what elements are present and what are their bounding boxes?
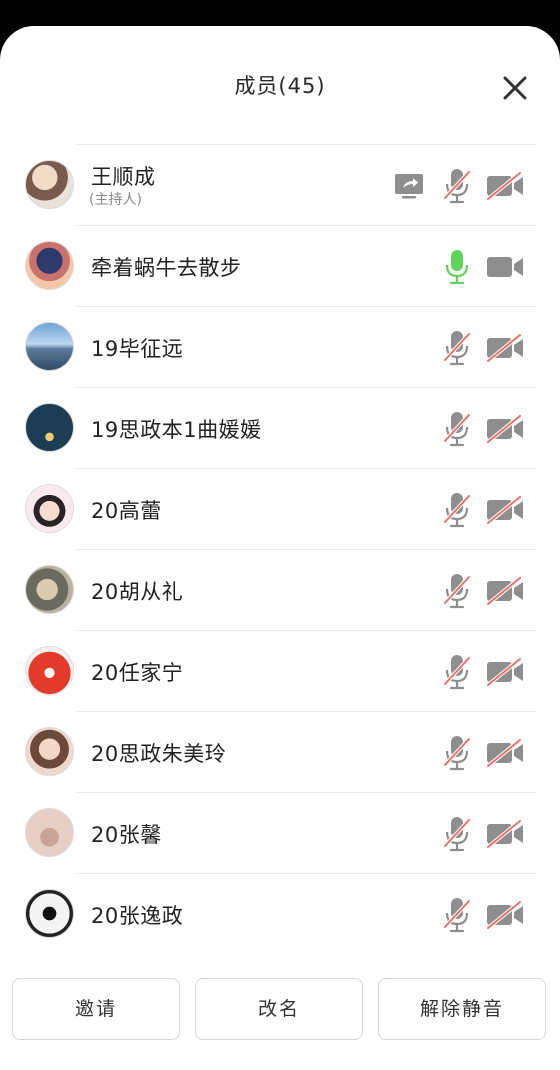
member-name: 20高蕾 (91, 499, 162, 523)
avatar (25, 322, 74, 371)
members-sheet: 成员(45) 王顺成 (主持人) 牵着蜗牛去散步 19毕征远 19思政本1曲媛媛 20高蕾… (0, 26, 560, 1070)
avatar (25, 241, 74, 290)
avatar (25, 403, 74, 452)
camera-off-icon[interactable] (485, 900, 525, 930)
member-name: 20胡从礼 (91, 580, 184, 604)
avatar (25, 646, 74, 695)
avatar (25, 808, 74, 857)
camera-off-icon[interactable] (485, 576, 525, 606)
member-row[interactable]: 19思政本1曲媛媛 (0, 387, 560, 468)
avatar (25, 889, 74, 938)
camera-icon[interactable] (485, 253, 525, 281)
microphone-muted-icon[interactable] (442, 490, 472, 530)
camera-off-icon[interactable] (485, 333, 525, 363)
microphone-muted-icon[interactable] (442, 652, 472, 692)
member-name: 牵着蜗牛去散步 (91, 256, 242, 280)
member-row[interactable]: 王顺成 (主持人) (0, 144, 560, 225)
member-row[interactable]: 20胡从礼 (0, 549, 560, 630)
member-name: 20张逸政 (91, 904, 184, 928)
rename-button[interactable]: 改名 (195, 978, 363, 1040)
member-row[interactable]: 20张馨 (0, 792, 560, 873)
footer-actions: 邀请 改名 解除静音 (0, 978, 560, 1048)
member-name: 20思政朱美玲 (91, 742, 227, 766)
microphone-icon[interactable] (442, 247, 472, 287)
close-icon[interactable] (499, 72, 531, 104)
page-title: 成员(45) (234, 74, 326, 98)
member-row[interactable]: 牵着蜗牛去散步 (0, 225, 560, 306)
member-role: (主持人) (89, 192, 142, 208)
member-name: 19思政本1曲媛媛 (91, 418, 262, 442)
camera-off-icon[interactable] (485, 657, 525, 687)
member-row[interactable]: 20任家宁 (0, 630, 560, 711)
member-name: 20任家宁 (91, 661, 184, 685)
microphone-muted-icon[interactable] (442, 895, 472, 935)
camera-off-icon[interactable] (485, 738, 525, 768)
microphone-muted-icon[interactable] (442, 814, 472, 854)
member-row[interactable]: 19毕征远 (0, 306, 560, 387)
avatar (25, 484, 74, 533)
microphone-muted-icon[interactable] (442, 571, 472, 611)
member-row[interactable]: 20思政朱美玲 (0, 711, 560, 792)
camera-off-icon[interactable] (485, 414, 525, 444)
avatar (25, 160, 74, 209)
member-name: 20张馨 (91, 823, 162, 847)
microphone-muted-icon[interactable] (442, 733, 472, 773)
sheet-header: 成员(45) (0, 26, 560, 144)
unmute-button[interactable]: 解除静音 (378, 978, 546, 1040)
member-list: 王顺成 (主持人) 牵着蜗牛去散步 19毕征远 19思政本1曲媛媛 20高蕾 20胡从礼 20… (0, 144, 560, 954)
camera-off-icon[interactable] (485, 495, 525, 525)
member-name: 19毕征远 (91, 337, 184, 361)
member-row[interactable]: 20高蕾 (0, 468, 560, 549)
camera-off-icon[interactable] (485, 171, 525, 201)
avatar (25, 565, 74, 614)
camera-off-icon[interactable] (485, 819, 525, 849)
invite-button[interactable]: 邀请 (12, 978, 180, 1040)
member-name: 王顺成 (91, 165, 156, 189)
screen-share-icon[interactable] (394, 172, 424, 200)
microphone-muted-icon[interactable] (442, 409, 472, 449)
microphone-muted-icon[interactable] (442, 166, 472, 206)
member-row[interactable]: 20张逸政 (0, 873, 560, 954)
avatar (25, 727, 74, 776)
microphone-muted-icon[interactable] (442, 328, 472, 368)
